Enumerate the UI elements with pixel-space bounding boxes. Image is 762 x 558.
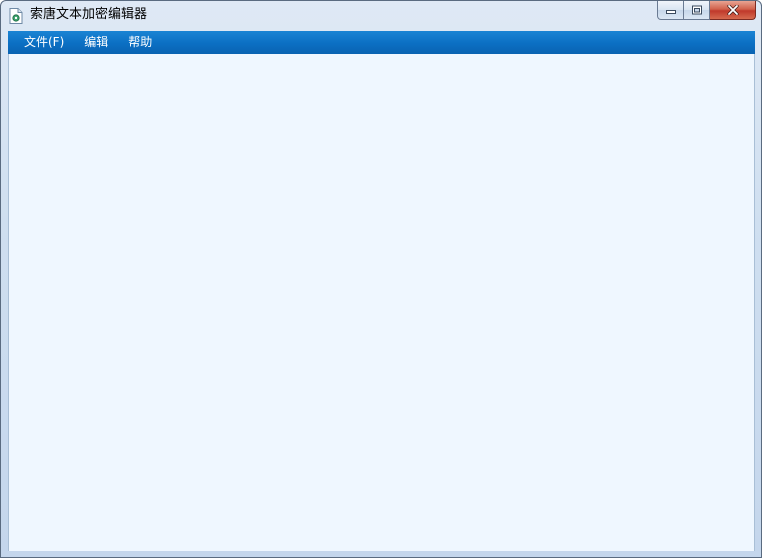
minimize-icon (665, 10, 676, 14)
menu-edit[interactable]: 编辑 (74, 31, 118, 54)
close-button[interactable] (710, 1, 756, 20)
document-gear-icon (9, 8, 23, 24)
menu-file[interactable]: 文件(F) (8, 31, 74, 54)
window-title: 索唐文本加密编辑器 (30, 7, 148, 22)
menu-bar: 文件(F) 编辑 帮助 (8, 31, 755, 54)
maximize-button[interactable] (684, 1, 710, 20)
restore-icon (691, 5, 702, 15)
minimize-button[interactable] (657, 1, 684, 20)
app-window: 索唐文本加密编辑器 文件(F) 编辑 帮助 (0, 0, 762, 558)
title-bar[interactable]: 索唐文本加密编辑器 (1, 1, 761, 30)
caption-buttons (657, 1, 756, 21)
menu-help[interactable]: 帮助 (118, 31, 162, 54)
editor-area[interactable] (8, 54, 755, 551)
close-icon (726, 5, 739, 15)
